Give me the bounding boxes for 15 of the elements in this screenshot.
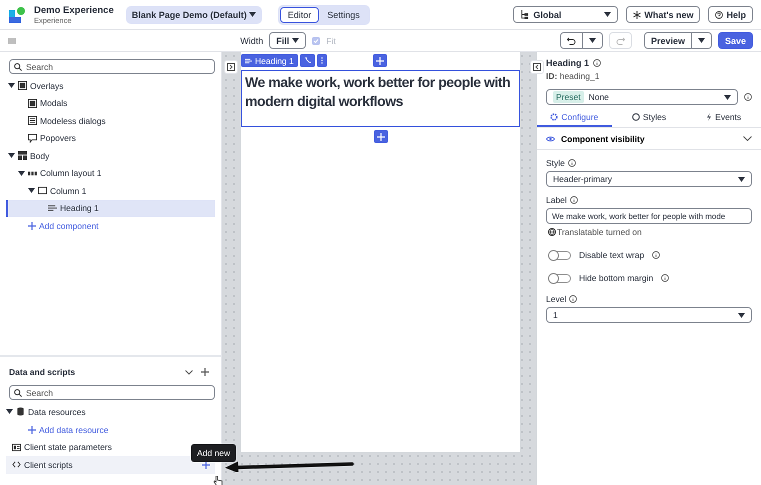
field-label: Label (546, 195, 567, 205)
component-title: Heading 1 (546, 58, 590, 68)
page-heading: We make work, work better for people with modern digital workflows (245, 73, 512, 111)
app-title: Demo Experience (34, 4, 114, 16)
tooltip: Add new (191, 444, 236, 462)
fit-label: Fit (326, 36, 336, 46)
toggle-label: Disable text wrap (579, 250, 644, 260)
component-id: ID: heading_1 (546, 71, 600, 81)
section-title: Data and scripts (9, 367, 76, 377)
preset-badge: Preset (553, 91, 584, 103)
toggle-label: Hide bottom margin (579, 273, 654, 283)
width-label: Width (240, 36, 264, 46)
field-label: Level (546, 294, 566, 304)
field-label: Style (546, 158, 565, 168)
translatable-note: Translatable turned on (557, 227, 642, 237)
